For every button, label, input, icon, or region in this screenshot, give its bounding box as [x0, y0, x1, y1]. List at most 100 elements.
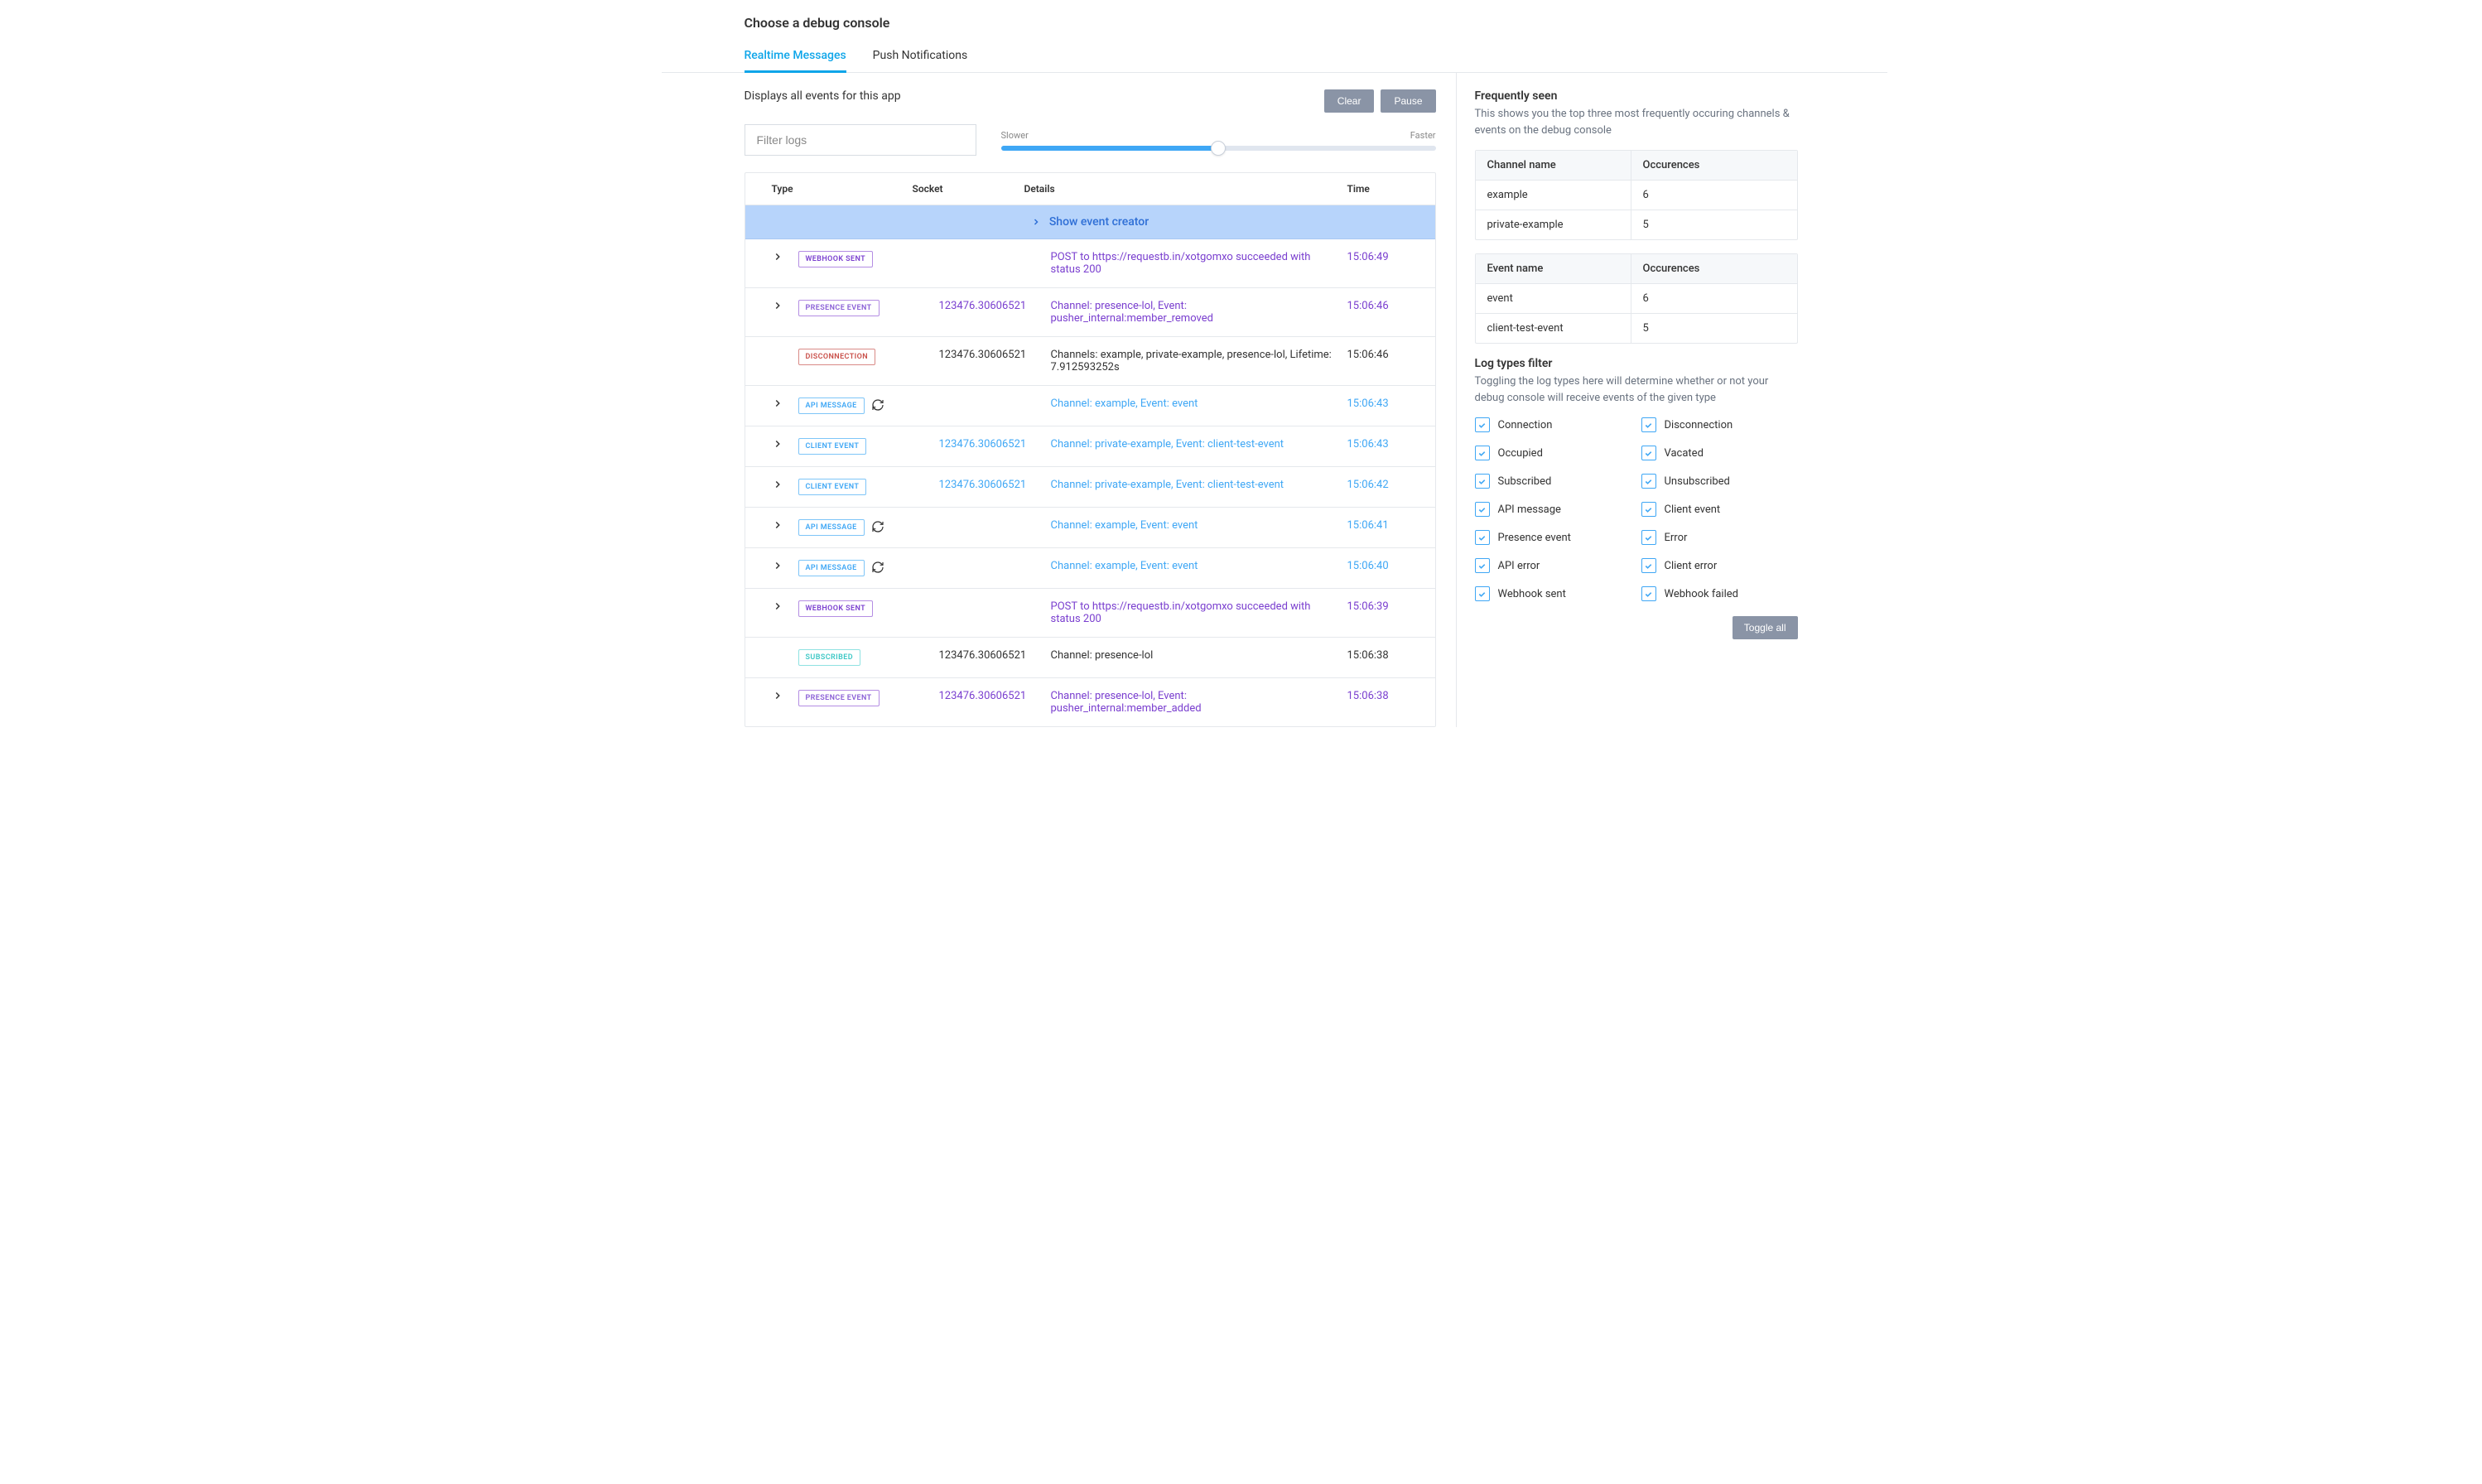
channel-table: Channel name Occurences example6private-… — [1475, 150, 1798, 240]
tabs: Realtime Messages Push Notifications — [662, 49, 1887, 73]
chevron-right-icon[interactable] — [772, 300, 783, 311]
event-name-header: Event name — [1476, 254, 1631, 283]
filter-input[interactable] — [745, 124, 976, 156]
chevron-right-icon[interactable] — [772, 560, 783, 571]
frequently-seen-title: Frequently seen — [1475, 89, 1798, 103]
slider-faster-label: Faster — [1410, 130, 1436, 141]
event-details: Channel: example, Event: event — [1051, 560, 1347, 572]
checkbox-presence-event[interactable]: Presence event — [1475, 530, 1631, 545]
chevron-right-icon[interactable] — [772, 438, 783, 450]
event-time: 15:06:41 — [1347, 519, 1422, 532]
table-row: SUBSCRIBED 123476.30606521Channel: presen… — [745, 638, 1435, 678]
chevron-right-icon[interactable] — [772, 479, 783, 490]
event-details: Channel: example, Event: event — [1051, 519, 1347, 532]
checkbox-webhook-sent[interactable]: Webhook sent — [1475, 586, 1631, 601]
event-type-badge: DISCONNECTION — [798, 349, 876, 365]
chevron-right-icon[interactable] — [772, 251, 783, 263]
event-time: 15:06:42 — [1347, 479, 1422, 491]
event-details: Channel: private-example, Event: client-… — [1051, 438, 1347, 450]
slider-slower-label: Slower — [1001, 130, 1029, 141]
log-types-filter-subtitle: Toggling the log types here will determi… — [1475, 373, 1798, 406]
count-cell: 6 — [1631, 284, 1797, 313]
socket-id: 123476.30606521 — [939, 300, 1051, 312]
event-type-badge: PRESENCE EVENT — [798, 300, 880, 316]
event-type-badge: CLIENT EVENT — [798, 479, 867, 495]
event-details: Channel: presence-lol, Event: pusher_int… — [1051, 690, 1347, 715]
checkbox-icon — [1641, 502, 1656, 517]
table-row: event6 — [1476, 284, 1797, 314]
checkbox-client-error[interactable]: Client error — [1641, 558, 1798, 573]
name-cell: example — [1476, 181, 1631, 210]
checkbox-label: Unsubscribed — [1665, 475, 1730, 488]
refresh-icon — [871, 561, 884, 574]
checkbox-api-error[interactable]: API error — [1475, 558, 1631, 573]
checkbox-vacated[interactable]: Vacated — [1641, 446, 1798, 460]
event-details: POST to https://requestb.in/xotgomxo suc… — [1051, 600, 1347, 625]
event-type-badge: WEBHOOK SENT — [798, 600, 874, 617]
tab-push-notifications[interactable]: Push Notifications — [873, 49, 968, 73]
table-row: private-example5 — [1476, 210, 1797, 239]
checkbox-icon — [1475, 474, 1490, 489]
event-type-badge: SUBSCRIBED — [798, 649, 860, 666]
table-row: WEBHOOK SENT POST to https://requestb.in/… — [745, 589, 1435, 638]
checkbox-icon — [1641, 530, 1656, 545]
checkbox-error[interactable]: Error — [1641, 530, 1798, 545]
chevron-right-icon[interactable] — [772, 600, 783, 612]
col-time: Time — [1347, 183, 1422, 195]
checkbox-webhook-failed[interactable]: Webhook failed — [1641, 586, 1798, 601]
checkbox-subscribed[interactable]: Subscribed — [1475, 474, 1631, 489]
checkbox-occupied[interactable]: Occupied — [1475, 446, 1631, 460]
event-table: Event name Occurences event6client-test-… — [1475, 253, 1798, 344]
slider-thumb[interactable] — [1211, 141, 1226, 156]
pause-button[interactable]: Pause — [1381, 89, 1435, 113]
speed-slider[interactable] — [1001, 146, 1436, 151]
event-time: 15:06:46 — [1347, 349, 1422, 361]
chevron-right-icon[interactable] — [772, 519, 783, 531]
event-details: Channel: presence-lol — [1051, 649, 1347, 662]
show-event-creator[interactable]: Show event creator — [745, 205, 1435, 239]
checkbox-label: Connection — [1498, 419, 1553, 431]
checkbox-unsubscribed[interactable]: Unsubscribed — [1641, 474, 1798, 489]
table-row: CLIENT EVENT 123476.30606521Channel: priv… — [745, 467, 1435, 508]
checkbox-label: Vacated — [1665, 447, 1704, 460]
event-details: Channel: example, Event: event — [1051, 398, 1347, 410]
refresh-icon — [871, 398, 884, 412]
event-details: Channels: example, private-example, pres… — [1051, 349, 1347, 373]
chevron-right-icon[interactable] — [772, 690, 783, 701]
checkbox-icon — [1475, 417, 1490, 432]
event-type-badge: API MESSAGE — [798, 398, 865, 414]
socket-id: 123476.30606521 — [939, 649, 1051, 662]
log-types-filter-title: Log types filter — [1475, 357, 1798, 370]
event-details: Channel: private-example, Event: client-… — [1051, 479, 1347, 491]
socket-id: 123476.30606521 — [939, 479, 1051, 491]
checkbox-label: Presence event — [1498, 532, 1571, 544]
event-occurrences-header: Occurences — [1631, 254, 1797, 283]
tab-realtime-messages[interactable]: Realtime Messages — [745, 49, 846, 73]
refresh-icon — [871, 520, 884, 533]
table-row: API MESSAGE Channel: example, Event: even… — [745, 508, 1435, 548]
checkbox-icon — [1475, 502, 1490, 517]
checkbox-api-message[interactable]: API message — [1475, 502, 1631, 517]
event-time: 15:06:38 — [1347, 690, 1422, 702]
event-type-badge: API MESSAGE — [798, 519, 865, 536]
toggle-all-button[interactable]: Toggle all — [1733, 616, 1798, 639]
chevron-right-icon[interactable] — [772, 398, 783, 409]
event-time: 15:06:49 — [1347, 251, 1422, 263]
checkbox-client-event[interactable]: Client event — [1641, 502, 1798, 517]
event-details: Channel: presence-lol, Event: pusher_int… — [1051, 300, 1347, 325]
checkbox-icon — [1641, 417, 1656, 432]
count-cell: 5 — [1631, 210, 1797, 239]
table-row: API MESSAGE Channel: example, Event: even… — [745, 386, 1435, 426]
checkbox-icon — [1641, 558, 1656, 573]
checkbox-icon — [1475, 446, 1490, 460]
name-cell: client-test-event — [1476, 314, 1631, 343]
clear-button[interactable]: Clear — [1324, 89, 1375, 113]
col-type: Type — [772, 183, 913, 195]
socket-id: 123476.30606521 — [939, 438, 1051, 450]
table-row: example6 — [1476, 181, 1797, 210]
checkbox-disconnection[interactable]: Disconnection — [1641, 417, 1798, 432]
count-cell: 5 — [1631, 314, 1797, 343]
table-row: client-test-event5 — [1476, 314, 1797, 343]
checkbox-connection[interactable]: Connection — [1475, 417, 1631, 432]
col-details: Details — [1024, 183, 1347, 195]
